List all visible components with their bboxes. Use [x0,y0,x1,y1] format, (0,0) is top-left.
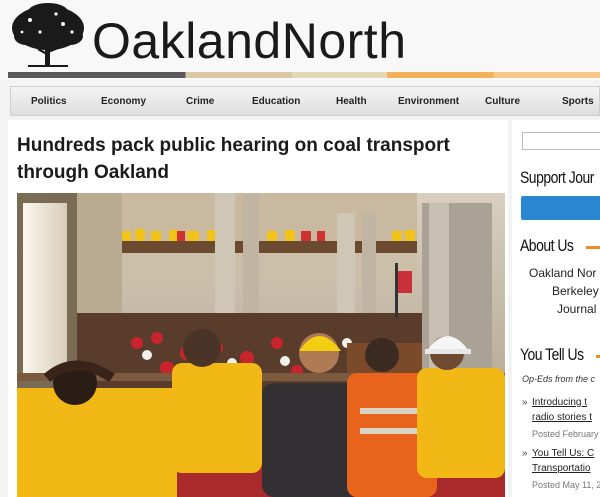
nav-item-economy[interactable]: Economy [101,96,146,107]
nav-item-politics[interactable]: Politics [31,96,67,107]
article: Hundreds pack public hearing on coal tra… [8,120,508,497]
support-heading: Support Jour [520,168,594,187]
nav-item-culture[interactable]: Culture [485,96,520,107]
nav-item-crime[interactable]: Crime [186,96,214,107]
post-link-2-line-2[interactable]: Transportatio [532,463,591,474]
post-date-1: Posted February [532,429,599,439]
site-title[interactable]: OaklandNorth [92,16,407,66]
nav-item-environment[interactable]: Environment [398,96,459,107]
nav-item-education[interactable]: Education [252,96,300,107]
you-tell-us-rule [596,355,600,358]
support-button[interactable] [521,196,600,220]
nav-item-sports[interactable]: Sports [562,96,594,107]
about-text-line-2: Berkeley [552,284,599,298]
bullet-icon: » [522,448,528,459]
main-nav: Politics Economy Crime Education Health … [10,86,600,116]
hearing-photo[interactable] [17,193,505,497]
bullet-icon: » [522,397,528,408]
header-color-strip [8,72,600,78]
post-link-1-line-1[interactable]: Introducing t [532,397,587,408]
masthead: OaklandNorth [0,0,600,80]
post-link-1-line-2[interactable]: radio stories t [532,412,592,423]
about-heading: About Us [520,236,574,255]
article-headline[interactable]: Hundreds pack public hearing on coal tra… [17,132,487,186]
you-tell-us-heading: You Tell Us [520,345,584,364]
post-date-2: Posted May 11, 2 [532,480,600,490]
post-link-2-line-1[interactable]: You Tell Us: C [532,448,594,459]
about-text-line-1: Oakland Nor [529,266,597,280]
nav-item-health[interactable]: Health [336,96,367,107]
about-text-line-3: Journal [557,302,597,316]
oak-tree-icon[interactable] [8,2,88,72]
search-input[interactable] [522,132,600,150]
opeds-description: Op-Eds from the c [522,374,596,384]
about-heading-rule [586,246,600,249]
sidebar: Support Jour About Us Oakland Nor Berkel… [512,120,600,497]
